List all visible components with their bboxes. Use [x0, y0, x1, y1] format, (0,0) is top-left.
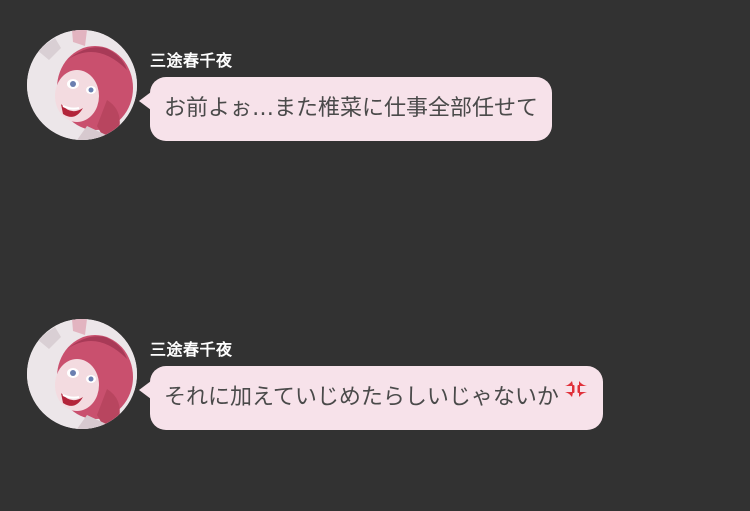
message-bubble[interactable]: お前よぉ…また椎菜に仕事全部任せて [138, 77, 553, 141]
anger-symbol-icon [563, 364, 589, 428]
avatar[interactable] [27, 319, 137, 429]
message-text: お前よぉ…また椎菜に仕事全部任せて [164, 96, 539, 121]
avatar[interactable] [27, 30, 137, 140]
sender-name: 三途春千夜 [150, 340, 233, 359]
chat-message: 三途春千夜 それに加えていじめたらしいじゃないか [0, 319, 750, 449]
character-avatar-icon [27, 30, 137, 140]
message-bubble[interactable]: それに加えていじめたらしいじゃないか [139, 364, 603, 430]
sender-name: 三途春千夜 [150, 51, 233, 70]
message-text: それに加えていじめたらしいじゃないか [164, 385, 559, 410]
character-avatar-icon [27, 319, 137, 429]
chat-message: 三途春千夜 お前よぉ…また椎菜に仕事全部任せて [0, 30, 750, 160]
